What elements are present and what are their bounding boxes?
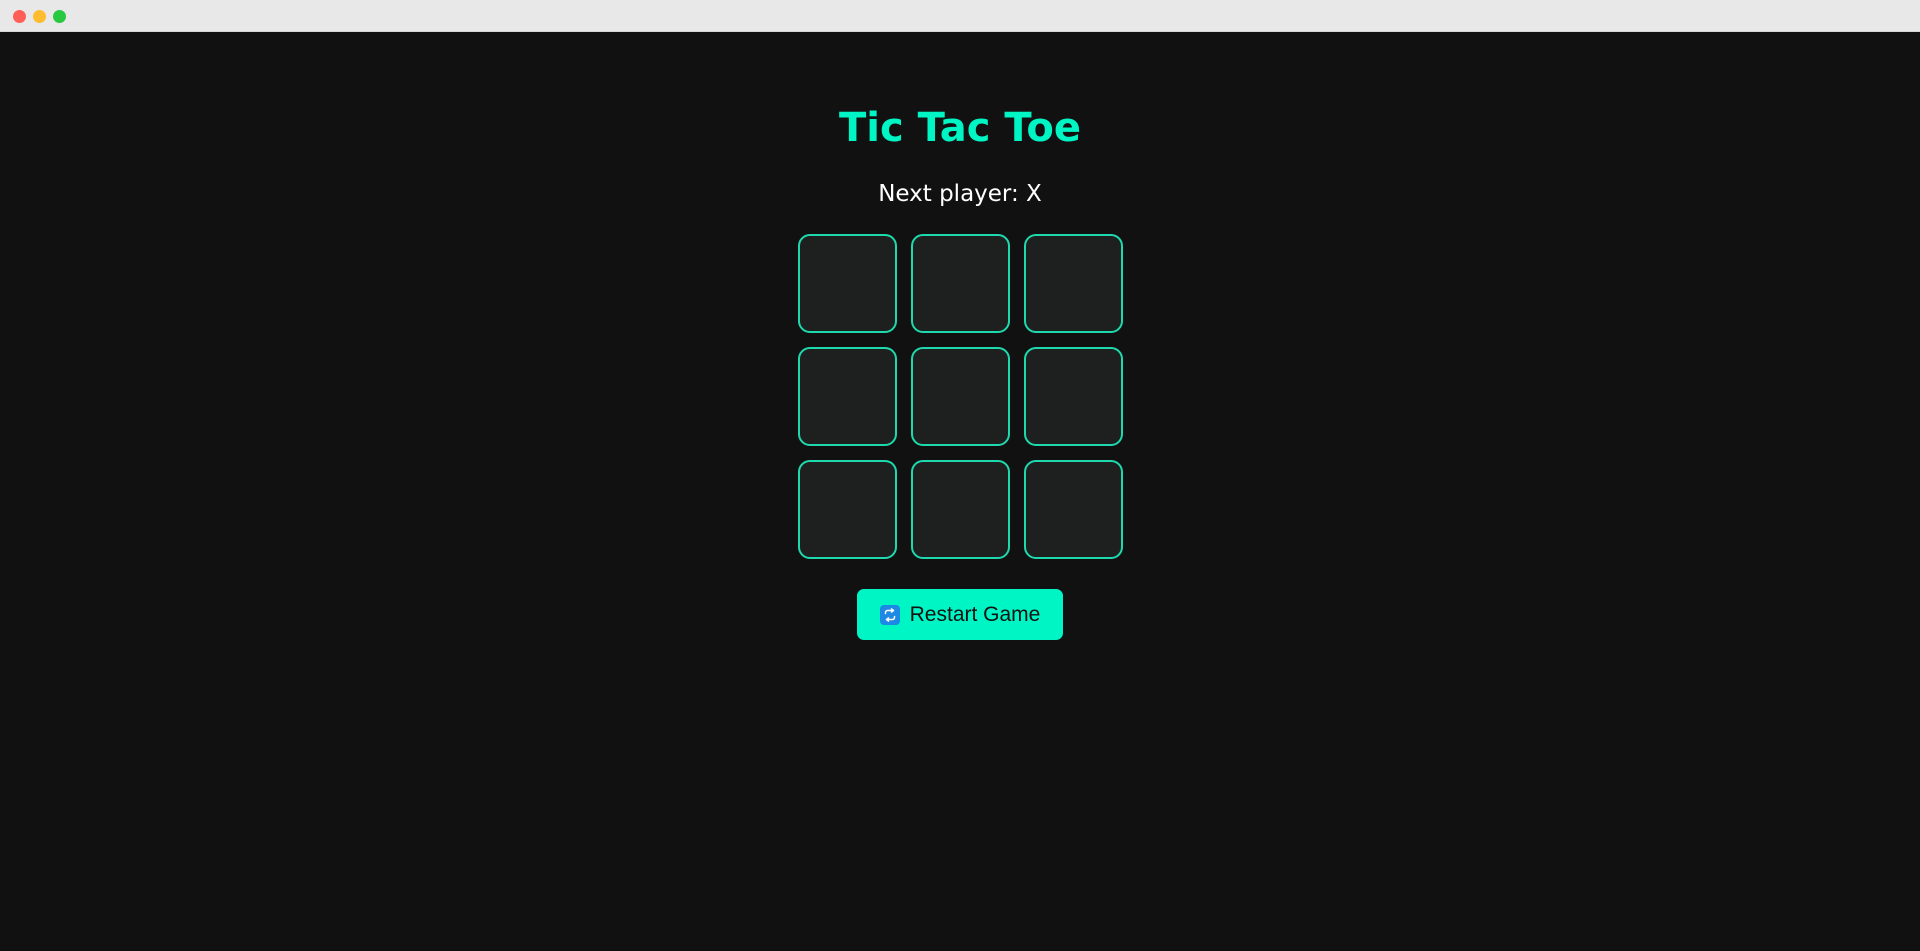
repeat-icon — [879, 604, 900, 625]
minimize-window-button[interactable] — [33, 10, 46, 23]
window-title-bar — [0, 0, 1920, 32]
board-cell-1[interactable] — [798, 234, 897, 333]
board-cell-8[interactable] — [911, 460, 1010, 559]
next-player-status: Next player: X — [878, 181, 1042, 207]
restart-button-label: Restart Game — [909, 602, 1041, 626]
board-cell-5[interactable] — [911, 347, 1010, 446]
board-cell-6[interactable] — [1024, 347, 1123, 446]
board-cell-3[interactable] — [1024, 234, 1123, 333]
board-cell-7[interactable] — [798, 460, 897, 559]
close-window-button[interactable] — [13, 10, 26, 23]
maximize-window-button[interactable] — [53, 10, 66, 23]
game-board — [798, 234, 1123, 559]
board-cell-4[interactable] — [798, 347, 897, 446]
board-cell-9[interactable] — [1024, 460, 1123, 559]
restart-game-button[interactable]: Restart Game — [857, 589, 1063, 640]
game-page: Tic Tac Toe Next player: X Restart Game — [0, 32, 1920, 951]
board-cell-2[interactable] — [911, 234, 1010, 333]
game-title: Tic Tac Toe — [839, 105, 1081, 151]
